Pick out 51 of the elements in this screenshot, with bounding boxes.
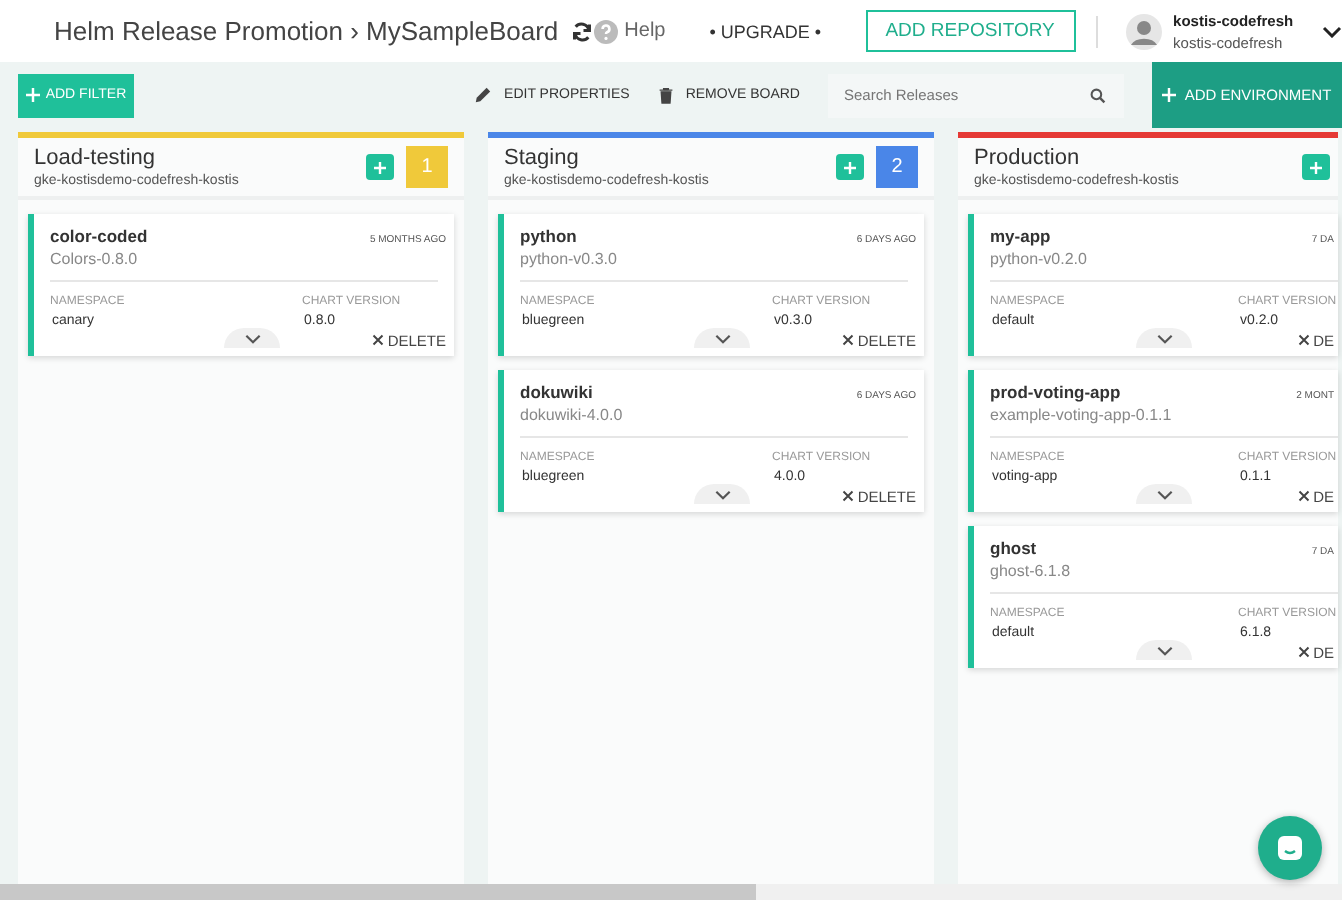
trash-icon xyxy=(657,86,674,104)
close-icon xyxy=(1297,646,1310,658)
chart-name: example-voting-app-0.1.1 xyxy=(990,406,1338,438)
chevron-down-icon xyxy=(1155,333,1173,343)
close-icon xyxy=(841,490,854,502)
chart-name: Colors-0.8.0 xyxy=(50,250,438,282)
upgrade-link[interactable]: • UPGRADE • xyxy=(709,21,822,41)
plus-icon xyxy=(25,88,40,102)
column-title: Production xyxy=(974,146,1082,170)
help-link[interactable]: Help xyxy=(624,20,666,42)
release-name: dokuwiki xyxy=(520,382,593,402)
chart-name: python-v0.2.0 xyxy=(990,250,1338,282)
column-title: Load-testing xyxy=(34,146,158,170)
chart-name: dokuwiki-4.0.0 xyxy=(520,406,908,438)
close-icon xyxy=(841,334,854,346)
refresh-icon[interactable] xyxy=(570,19,595,43)
release-name: prod-voting-app xyxy=(990,382,1121,402)
page-title: Helm Release Promotion › MySampleBoard xyxy=(54,16,559,46)
release-name: color-coded xyxy=(50,226,148,246)
plus-icon xyxy=(1310,161,1322,173)
plus-icon xyxy=(1162,88,1177,102)
search-icon xyxy=(1090,87,1106,103)
release-count: 1 xyxy=(406,146,448,188)
plus-icon xyxy=(844,161,856,173)
release-name: ghost xyxy=(990,538,1037,558)
chart-name: python-v0.3.0 xyxy=(520,250,908,282)
chevron-down-icon xyxy=(1155,645,1173,655)
chart-name: ghost-6.1.8 xyxy=(990,562,1338,594)
expand-button[interactable] xyxy=(694,328,750,348)
chevron-down-icon xyxy=(713,489,731,499)
release-count: 2 xyxy=(876,146,918,188)
plus-icon xyxy=(374,161,386,173)
chevron-down-icon xyxy=(1155,489,1173,499)
release-name: my-app xyxy=(990,226,1051,246)
column-title: Staging xyxy=(504,146,581,170)
expand-button[interactable] xyxy=(224,328,280,348)
horizontal-scrollbar[interactable] xyxy=(0,884,1342,900)
expand-button[interactable] xyxy=(694,484,750,504)
close-icon xyxy=(371,334,384,346)
expand-button[interactable] xyxy=(1136,640,1192,660)
chat-icon xyxy=(1276,834,1304,862)
expand-button[interactable] xyxy=(1136,328,1192,348)
chevron-down-icon xyxy=(243,333,261,343)
release-name: python xyxy=(520,226,577,246)
chevron-down-icon xyxy=(713,333,731,343)
pencil-icon xyxy=(474,86,493,104)
avatar-icon xyxy=(1125,13,1162,49)
close-icon xyxy=(1297,334,1310,346)
expand-button[interactable] xyxy=(1136,484,1192,504)
close-icon xyxy=(1297,490,1310,502)
chevron-down-icon[interactable] xyxy=(1321,25,1342,37)
